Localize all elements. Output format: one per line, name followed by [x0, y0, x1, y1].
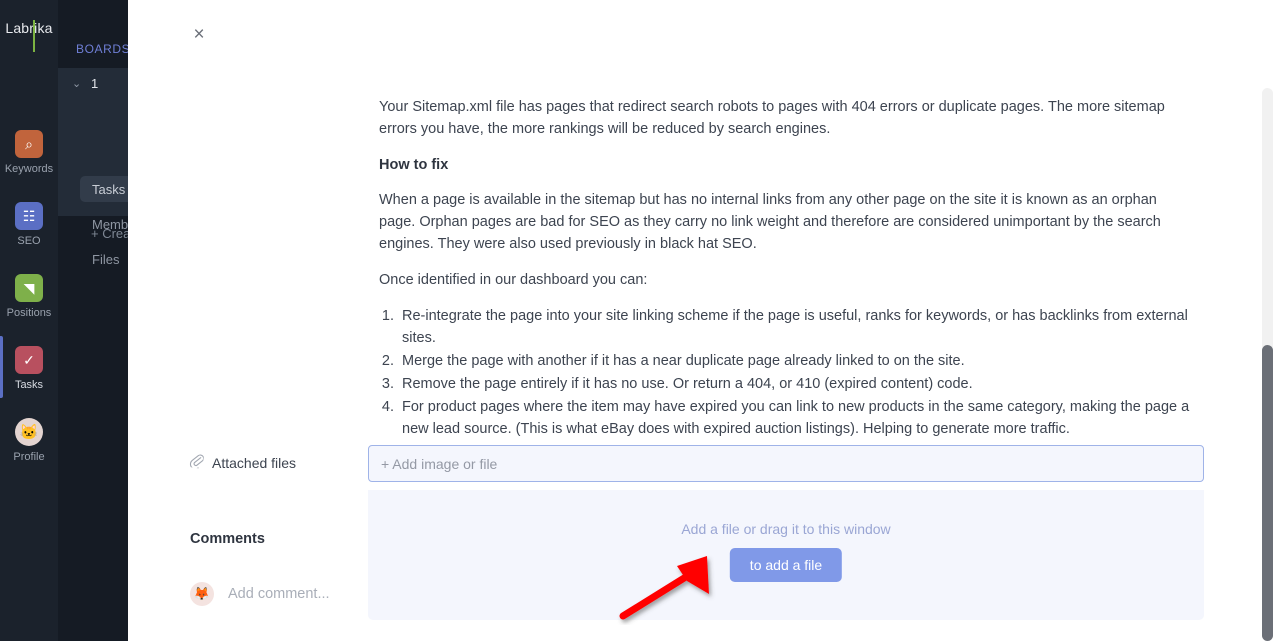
attached-files-label: Attached files — [189, 452, 297, 473]
dropzone-hint: Add a file or drag it to this window — [681, 521, 891, 537]
sidebar-item-label: SEO — [17, 235, 41, 247]
sidebar-item-positions[interactable]: ◥ Positions — [0, 274, 58, 319]
brand-logo: Labrika — [0, 20, 58, 52]
list-item: Re-integrate the page into your site lin… — [398, 305, 1191, 349]
panel-item-label: Tasks — [92, 181, 126, 197]
paperclip-icon — [189, 452, 205, 473]
board-name[interactable]: 1 — [91, 76, 98, 91]
add-comment-row[interactable]: 🦊 Add comment... — [190, 582, 330, 606]
brand-accent-line — [33, 20, 35, 52]
list-item: Merge the page with another if it has a … — [398, 350, 1191, 372]
clipboard-icon: ☷ — [15, 202, 43, 230]
board-group: ⌄ 1 Tasks Members Files — [58, 68, 128, 267]
sidebar-item-profile[interactable]: 🐱 Profile — [0, 418, 58, 463]
avatar-icon: 🐱 — [15, 418, 43, 446]
sidebar-item-label: Keywords — [4, 163, 54, 175]
article-intro: Your Sitemap.xml file has pages that red… — [379, 99, 1165, 137]
close-icon[interactable]: × — [187, 22, 211, 46]
file-dropzone[interactable]: Add a file or drag it to this window to … — [368, 490, 1204, 620]
sidebar-item-label: Tasks — [14, 379, 44, 391]
article-body: Your Sitemap.xml file has pages that red… — [379, 96, 1191, 441]
article-heading: How to fix — [379, 157, 449, 173]
add-file-input[interactable]: + Add image or file — [368, 445, 1204, 482]
article-steps-list: Re-integrate the page into your site lin… — [398, 305, 1191, 440]
avatar: 🦊 — [190, 582, 214, 606]
sidebar-item-seo[interactable]: ☷ SEO — [0, 202, 58, 247]
chart-icon: ◥ — [15, 274, 43, 302]
article-lead-in: Once identified in our dashboard you can… — [379, 272, 648, 288]
list-item: For product pages where the item may hav… — [398, 396, 1191, 440]
chevron-down-icon[interactable]: ⌄ — [72, 79, 81, 90]
panel-title: BOARDS — [76, 42, 128, 56]
sidebar-item-tasks[interactable]: ✓ Tasks — [0, 346, 58, 391]
app-root: Labrika ⌕ Keywords ☷ SEO ◥ Positions ✓ T… — [0, 0, 1276, 641]
article-paragraph: When a page is available in the sitemap … — [379, 192, 1161, 252]
comments-heading: Comments — [190, 531, 265, 547]
scrollbar-thumb[interactable] — [1262, 345, 1273, 641]
sidebar-item-label: Positions — [6, 307, 52, 319]
add-file-placeholder: + Add image or file — [381, 455, 498, 472]
boards-panel: BOARDS ⌄ 1 Tasks Members Files + Create — [58, 0, 128, 641]
check-icon: ✓ — [15, 346, 43, 374]
list-item: Remove the page entirely if it has no us… — [398, 373, 1191, 395]
sidebar-item-keywords[interactable]: ⌕ Keywords — [0, 130, 58, 175]
sidebar-item-label: Profile — [13, 451, 45, 463]
comment-input-placeholder: Add comment... — [228, 586, 330, 602]
task-detail-modal: × Your Sitemap.xml file has pages that r… — [128, 0, 1276, 641]
panel-item-tasks[interactable]: Tasks — [80, 176, 128, 202]
attached-files-text: Attached files — [212, 454, 297, 471]
panel-item-files[interactable]: Files — [80, 246, 128, 272]
brand-name: Labrika — [5, 20, 53, 36]
add-file-button[interactable]: to add a file — [729, 548, 843, 582]
magnifier-icon: ⌕ — [15, 130, 43, 158]
primary-sidebar: Labrika ⌕ Keywords ☷ SEO ◥ Positions ✓ T… — [0, 0, 58, 641]
create-board-button[interactable]: + Create — [91, 226, 128, 241]
panel-item-label: Files — [92, 251, 120, 267]
